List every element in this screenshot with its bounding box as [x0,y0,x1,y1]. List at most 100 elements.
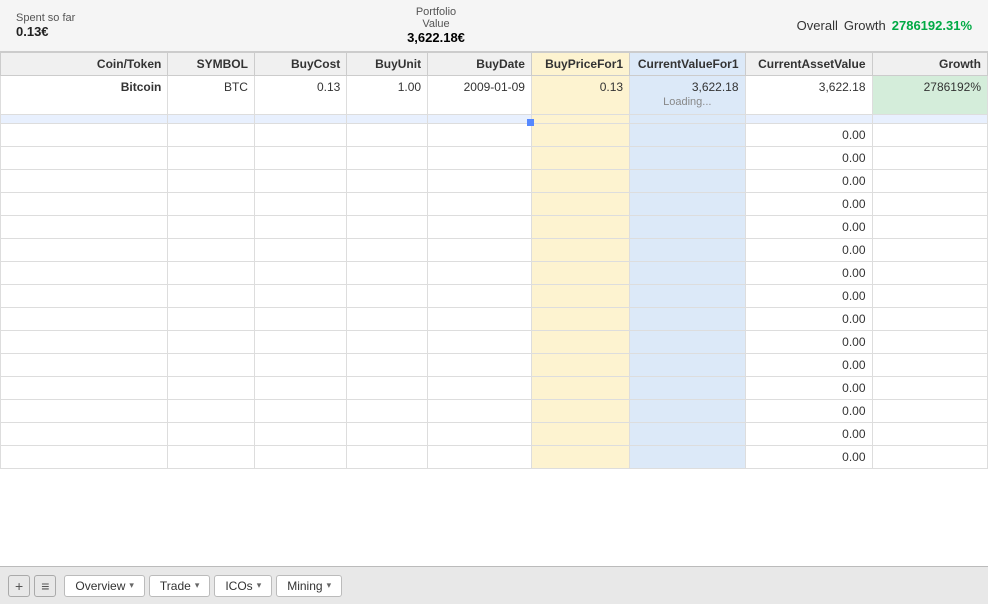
tab-arrow: ▾ [129,580,134,591]
tab-icos[interactable]: ICOs▾ [214,575,272,597]
bottom-bar: + ≡ Overview▾Trade▾ICOs▾Mining▾ [0,566,988,604]
empty-cell [168,400,255,423]
bitcoin-buyunit[interactable]: 1.00 [347,76,428,115]
table-row[interactable]: 0.00 [1,193,988,216]
empty-cell [630,377,745,400]
col-header-symbol[interactable]: SYMBOL [168,53,255,76]
empty-cell: 0.00 [745,239,872,262]
table-row[interactable]: 0.00 [1,377,988,400]
empty-cell [1,216,168,239]
selected-empty-row[interactable] [1,115,988,124]
col-header-buyprice[interactable]: BuyPriceFor1 [531,53,629,76]
tab-mining[interactable]: Mining▾ [276,575,342,597]
bitcoin-curval[interactable]: 3,622.18 Loading... [630,76,745,115]
bitcoin-buydate[interactable]: 2009-01-09 [428,76,532,115]
top-bar: Spent so far 0.13€ Portfolio Value 3,622… [0,0,988,52]
empty-cell [168,124,255,147]
empty-cell [872,446,988,469]
spent-label: Spent so far [16,12,75,24]
empty-cell [1,262,168,285]
table-row[interactable]: 0.00 [1,446,988,469]
bitcoin-buyprice[interactable]: 0.13 [531,76,629,115]
empty-cell [254,124,346,147]
col-header-assetval[interactable]: CurrentAssetValue [745,53,872,76]
bitcoin-assetval[interactable]: 3,622.18 [745,76,872,115]
portfolio-label: Portfolio Value [416,6,456,30]
empty-cell [531,239,629,262]
bitcoin-growth[interactable]: 2786192% [872,76,988,115]
table-row[interactable]: 0.00 [1,147,988,170]
empty-coin-sel [1,115,168,124]
empty-cell [872,331,988,354]
empty-cell [254,170,346,193]
col-header-buycost[interactable]: BuyCost [254,53,346,76]
bitcoin-buycost[interactable]: 0.13 [254,76,346,115]
tab-trade[interactable]: Trade▾ [149,575,210,597]
portfolio-table: Coin/Token SYMBOL BuyCost BuyUnit BuyDat… [0,52,988,469]
table-row[interactable]: 0.00 [1,400,988,423]
empty-cell [531,354,629,377]
empty-cell [872,193,988,216]
empty-cell [347,124,428,147]
table-row[interactable]: 0.00 [1,216,988,239]
table-row[interactable]: 0.00 [1,423,988,446]
empty-cell: 0.00 [745,262,872,285]
bitcoin-row[interactable]: Bitcoin BTC 0.13 1.00 2009-01-09 0.13 3,… [1,76,988,115]
menu-button[interactable]: ≡ [34,575,56,597]
col-header-coin[interactable]: Coin/Token [1,53,168,76]
empty-cell: 0.00 [745,124,872,147]
empty-cell [531,285,629,308]
table-row[interactable]: 0.00 [1,354,988,377]
table-row[interactable]: 0.00 [1,124,988,147]
empty-cell [872,124,988,147]
empty-cell [1,331,168,354]
tab-arrow: ▾ [257,580,262,591]
empty-cell: 0.00 [745,377,872,400]
empty-cell [872,262,988,285]
empty-buyunit-sel [347,115,428,124]
empty-assetval-sel [745,115,872,124]
resize-handle[interactable] [527,119,534,126]
empty-cell: 0.00 [745,170,872,193]
empty-cell [1,285,168,308]
add-button[interactable]: + [8,575,30,597]
table-row[interactable]: 0.00 [1,262,988,285]
empty-cell: 0.00 [745,423,872,446]
empty-cell [254,239,346,262]
empty-cell [1,423,168,446]
empty-cell [428,423,532,446]
empty-cell [347,331,428,354]
table-row[interactable]: 0.00 [1,170,988,193]
col-header-curval[interactable]: CurrentValueFor1 [630,53,745,76]
empty-cell: 0.00 [745,354,872,377]
overall-growth: Overall Growth 2786192.31% [797,18,972,33]
empty-cell [168,216,255,239]
empty-cell [254,216,346,239]
bitcoin-symbol[interactable]: BTC [168,76,255,115]
table-row[interactable]: 0.00 [1,285,988,308]
empty-cell [531,331,629,354]
empty-cell [254,377,346,400]
empty-cell: 0.00 [745,147,872,170]
empty-cell [872,170,988,193]
empty-cell [630,400,745,423]
empty-cell [168,285,255,308]
bitcoin-coin[interactable]: Bitcoin [1,76,168,115]
empty-cell [872,377,988,400]
empty-cell [347,308,428,331]
table-row[interactable]: 0.00 [1,308,988,331]
empty-cell [428,377,532,400]
empty-cell [428,354,532,377]
empty-cell [347,423,428,446]
table-row[interactable]: 0.00 [1,331,988,354]
tab-label: Mining [287,579,322,593]
empty-cell: 0.00 [745,308,872,331]
col-header-buyunit[interactable]: BuyUnit [347,53,428,76]
empty-cell [531,124,629,147]
tab-overview[interactable]: Overview▾ [64,575,145,597]
col-header-growth[interactable]: Growth [872,53,988,76]
table-row[interactable]: 0.00 [1,239,988,262]
empty-cell [168,147,255,170]
col-header-buydate[interactable]: BuyDate [428,53,532,76]
loading-indicator: Loading... [636,94,738,110]
